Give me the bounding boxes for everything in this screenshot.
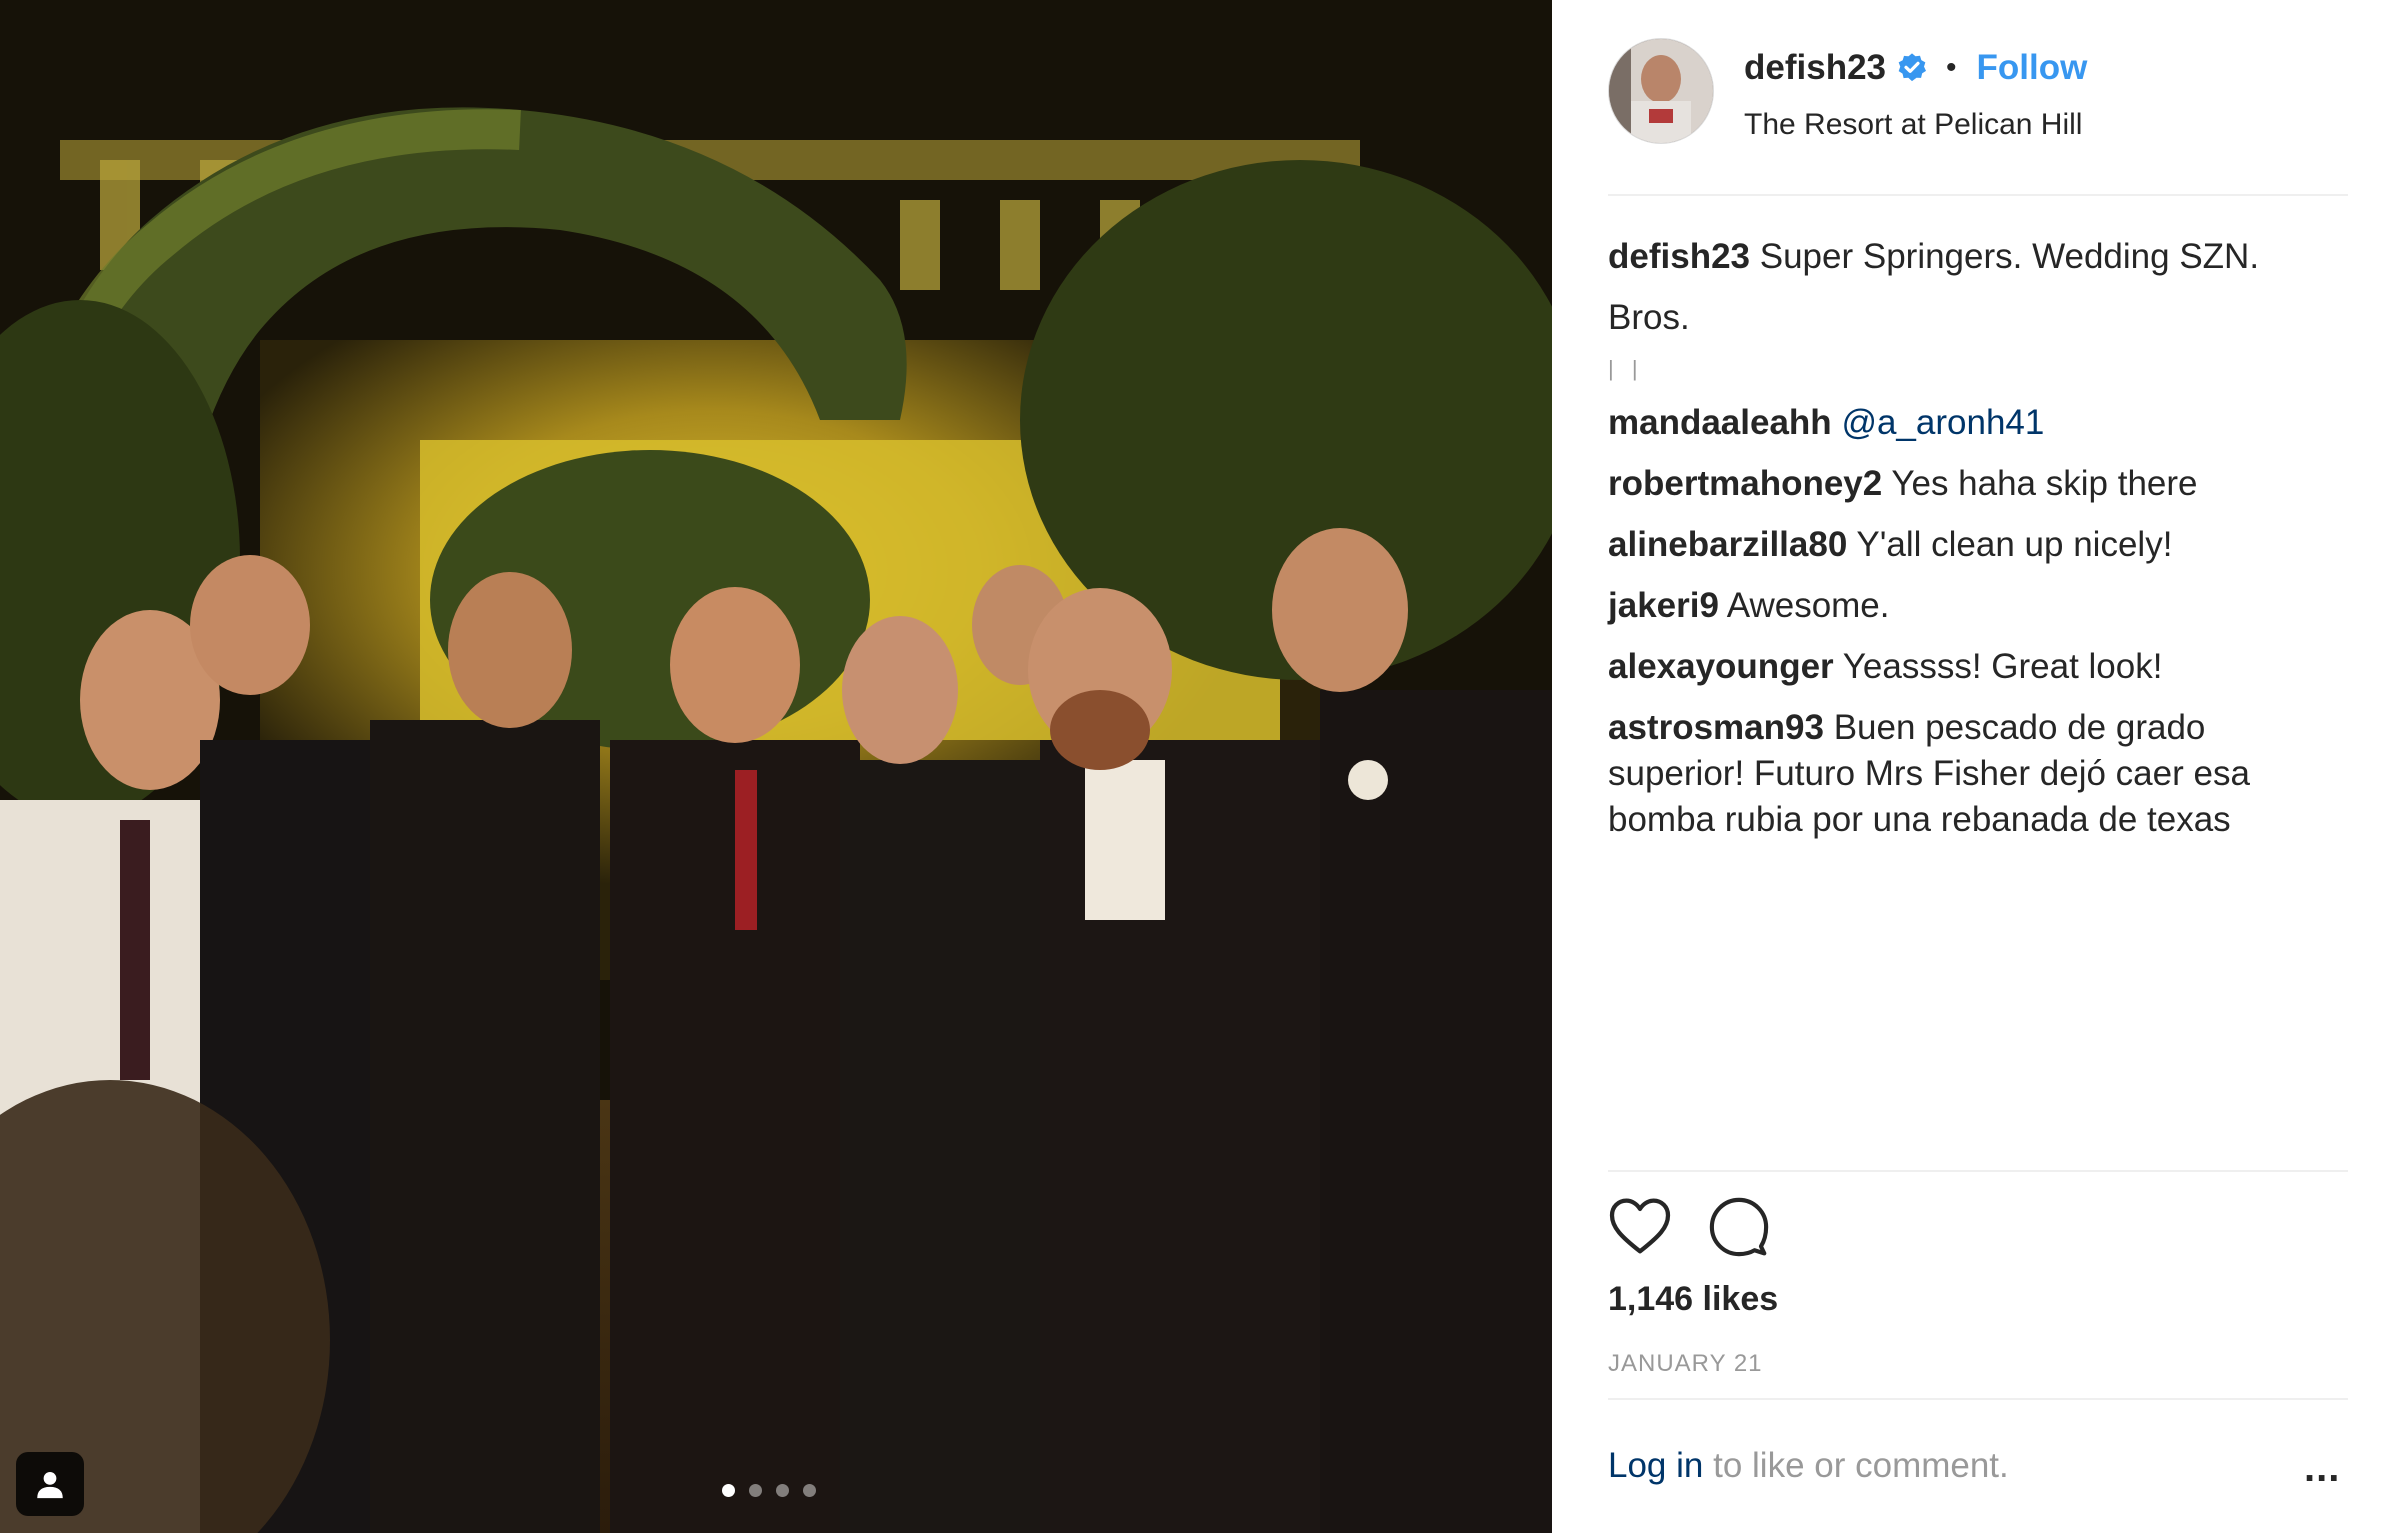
comments-list: defish23 Super Springers. Wedding SZN. B… [1608,226,2348,843]
username[interactable]: defish23 [1744,48,1886,88]
avatar[interactable] [1608,38,1714,144]
login-prompt: Log in to like or comment. [1608,1446,2009,1486]
user-tag-button[interactable] [16,1452,84,1516]
divider [1608,1170,2348,1172]
comment-mention[interactable]: @a_aronh41 [1841,403,2044,442]
heart-icon[interactable] [1608,1196,1672,1256]
comment-username[interactable]: defish23 [1608,237,1750,276]
divider [1608,194,2348,196]
follow-button[interactable]: Follow [1977,48,2088,88]
likes-count[interactable]: 1,146 likes [1608,1280,1778,1319]
carousel-dot[interactable] [803,1484,816,1497]
carousel-indicator [722,1484,816,1497]
comment-text: Awesome. [1726,586,1890,625]
divider [1608,1398,2348,1400]
avatar-image [1609,39,1713,143]
comment-username[interactable]: alinebarzilla80 [1608,525,1847,564]
comment-item: astrosman93 Buen pescado de grado superi… [1608,705,2348,843]
login-prompt-text: to like or comment. [1703,1446,2009,1485]
action-bar [1608,1196,1770,1258]
comment-text: Y'all clean up nicely! [1856,525,2173,564]
location-link[interactable]: The Resort at Pelican Hill [1744,108,2082,142]
comment-username[interactable]: astrosman93 [1608,708,1824,747]
comment-item: robertmahoney2 Yes haha skip there [1608,453,2348,514]
post-header: defish23 • Follow The Resort at Pelican … [1608,38,2348,150]
comment-item: alexayounger Yeassss! Great look! [1608,636,2348,697]
post-date[interactable]: JANUARY 21 [1608,1350,1763,1378]
comment-text: Yes haha skip there [1891,464,2198,503]
comment-username[interactable]: robertmahoney2 [1608,464,1882,503]
comment-icon[interactable] [1708,1196,1770,1258]
comment-item: jakeri9 Awesome. [1608,575,2348,636]
carousel-dot[interactable] [722,1484,735,1497]
comment-item: alinebarzilla80 Y'all clean up nicely! [1608,514,2348,575]
comment-text: Yeassss! Great look! [1842,647,2163,686]
comment-username[interactable]: jakeri9 [1608,586,1719,625]
post-photo[interactable] [0,0,1552,1533]
verified-badge-icon [1898,53,1926,82]
login-link[interactable]: Log in [1608,1446,1703,1485]
photo-image [0,0,1552,1533]
post-side-panel: defish23 • Follow The Resort at Pelican … [1552,0,2400,1533]
caption-ellipsis: | | [1608,356,1644,381]
separator-dot: • [1946,51,1957,84]
carousel-dot[interactable] [749,1484,762,1497]
comment-username[interactable]: mandaaleahh [1608,403,1832,442]
comment-username[interactable]: alexayounger [1608,647,1834,686]
carousel-dot[interactable] [776,1484,789,1497]
more-options-icon[interactable]: ... [2304,1448,2340,1488]
caption: defish23 Super Springers. Wedding SZN. B… [1608,226,2348,348]
user-tag-icon [37,1471,63,1499]
comment-item: mandaaleahh @a_aronh41 [1608,392,2348,453]
